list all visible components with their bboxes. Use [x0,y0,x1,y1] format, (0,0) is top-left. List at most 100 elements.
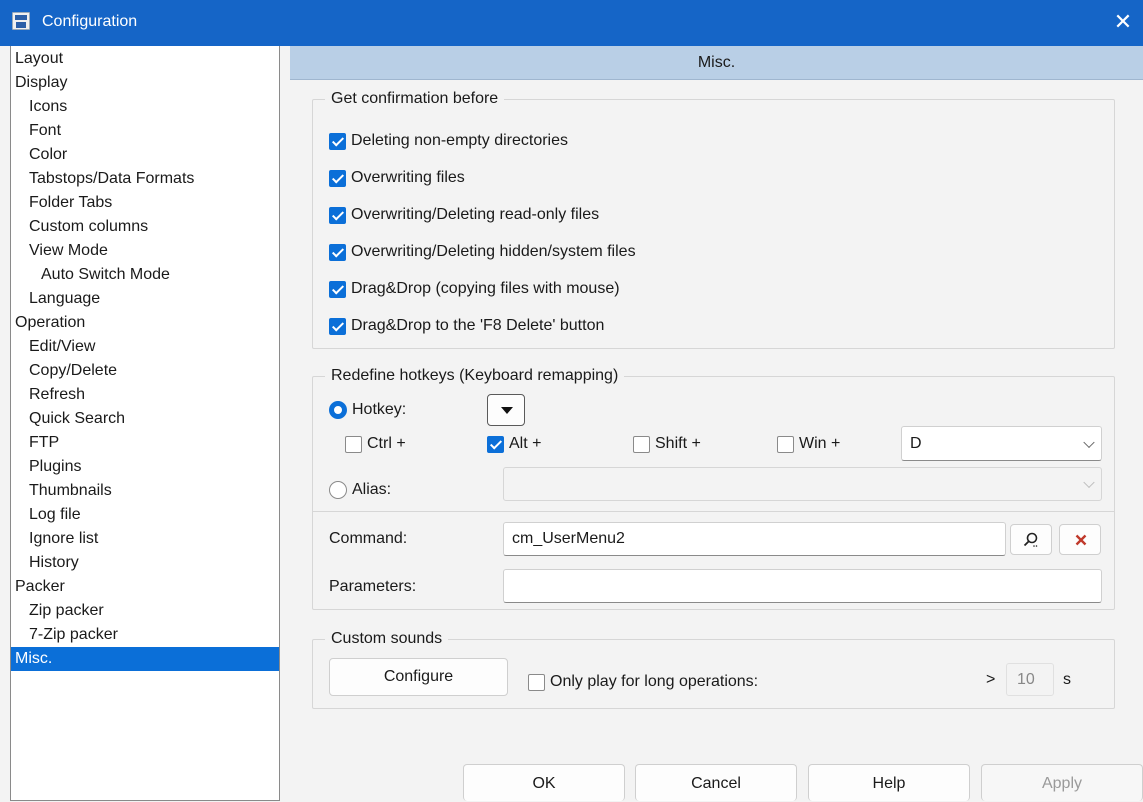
confirmation-label: Overwriting files [351,169,465,186]
hotkey-dropdown-button[interactable] [487,394,525,426]
confirmation-group: Get confirmation before Deleting non-emp… [312,88,1115,349]
seconds-input[interactable]: 10 [1006,663,1054,696]
alt-checkbox[interactable] [487,435,504,453]
alias-label: Alias: [352,481,392,498]
hotkeys-separator [313,511,1114,512]
search-icon [1023,532,1038,547]
sidebar-item[interactable]: Tabstops/Data Formats [11,167,279,191]
ctrl-modifier[interactable]: Ctrl + [345,432,406,456]
sidebar-item[interactable]: Language [11,287,279,311]
seconds-unit-label: s [1063,671,1071,688]
hotkeys-group: Redefine hotkeys (Keyboard remapping) Ho… [312,365,1115,610]
hotkey-radio[interactable] [329,401,347,419]
sidebar-item[interactable]: Zip packer [11,599,279,623]
confirmation-checkbox[interactable] [329,280,346,298]
confirmation-option[interactable]: Overwriting/Deleting hidden/system files [329,240,636,264]
sidebar-item[interactable]: Icons [11,95,279,119]
alias-radio[interactable] [329,481,347,499]
sidebar-item[interactable]: Misc. [11,647,279,671]
confirmation-label: Drag&Drop to the 'F8 Delete' button [351,317,605,334]
alias-select[interactable] [503,467,1102,501]
sidebar-item[interactable]: View Mode [11,239,279,263]
confirmation-label: Overwriting/Deleting hidden/system files [351,243,636,260]
sidebar-item[interactable]: Quick Search [11,407,279,431]
browse-command-button[interactable] [1010,524,1052,555]
win-checkbox[interactable] [777,435,794,453]
clear-command-button[interactable] [1059,524,1101,555]
confirmation-option[interactable]: Drag&Drop (copying files with mouse) [329,277,620,301]
parameters-input[interactable] [503,569,1102,603]
sidebar-item[interactable]: Custom columns [11,215,279,239]
sidebar-item[interactable]: Font [11,119,279,143]
cancel-button[interactable]: Cancel [635,764,797,801]
sidebar-item[interactable]: Ignore list [11,527,279,551]
title-bar: Configuration ✕ [0,0,1143,46]
confirmation-option[interactable]: Overwriting/Deleting read-only files [329,203,599,227]
configure-button[interactable]: Configure [329,658,508,696]
app-icon [12,12,30,30]
sidebar-item[interactable]: Color [11,143,279,167]
sidebar-item[interactable]: Packer [11,575,279,599]
ctrl-checkbox[interactable] [345,435,362,453]
command-input-value: cm_UserMenu2 [512,530,625,547]
close-icon[interactable]: ✕ [1109,8,1137,36]
alt-label: Alt + [509,435,542,452]
sidebar-item[interactable]: Auto Switch Mode [11,263,279,287]
sidebar-item[interactable]: FTP [11,431,279,455]
confirmation-checkbox[interactable] [329,243,346,261]
confirmation-checkbox[interactable] [329,169,346,187]
confirmation-checkbox[interactable] [329,206,346,224]
sidebar-item[interactable]: Layout [11,47,279,71]
help-button[interactable]: Help [808,764,970,801]
sidebar-item[interactable]: Refresh [11,383,279,407]
sidebar-item[interactable]: 7-Zip packer [11,623,279,647]
hotkeys-group-title: Redefine hotkeys (Keyboard remapping) [325,365,625,387]
sidebar-tree[interactable]: Layout Display Icons Font Color Tabstops/Data… [10,46,280,801]
long-operations-checkbox[interactable] [528,673,545,691]
sidebar-item[interactable]: History [11,551,279,575]
alt-modifier[interactable]: Alt + [487,432,541,456]
win-modifier[interactable]: Win + [777,432,840,456]
ok-button[interactable]: OK [463,764,625,801]
confirmation-checkbox[interactable] [329,132,346,150]
seconds-input-value: 10 [1017,671,1035,688]
custom-sounds-group: Custom sounds Configure Only play for lo… [312,628,1115,709]
key-select-value: D [910,435,922,452]
confirmation-label: Drag&Drop (copying files with mouse) [351,280,620,297]
command-label: Command: [329,530,408,547]
sidebar-item[interactable]: Log file [11,503,279,527]
sidebar-item[interactable]: Operation [11,311,279,335]
long-operations-option[interactable]: Only play for long operations: [528,670,758,694]
key-select[interactable]: D [901,426,1102,461]
close-icon [1075,534,1087,546]
sidebar-item[interactable]: Thumbnails [11,479,279,503]
confirmation-checkbox[interactable] [329,317,346,335]
ctrl-label: Ctrl + [367,435,406,452]
caret-down-icon [501,407,513,414]
hotkey-label: Hotkey: [352,401,407,418]
window-title: Configuration [42,13,138,30]
confirmation-group-title: Get confirmation before [325,88,505,110]
hotkey-radio-row[interactable]: Hotkey: [329,398,406,422]
sidebar-item[interactable]: Folder Tabs [11,191,279,215]
long-operations-label: Only play for long operations: [550,673,759,690]
chevron-down-icon [1083,476,1095,489]
win-label: Win + [799,435,841,452]
chevron-down-icon [1083,436,1095,448]
confirmation-option[interactable]: Overwriting files [329,166,465,190]
sidebar-item[interactable]: Edit/View [11,335,279,359]
confirmation-label: Deleting non-empty directories [351,132,568,149]
sidebar-item[interactable]: Plugins [11,455,279,479]
command-input[interactable]: cm_UserMenu2 [503,522,1006,556]
shift-label: Shift + [655,435,701,452]
confirmation-option[interactable]: Deleting non-empty directories [329,129,568,153]
alias-radio-row[interactable]: Alias: [329,478,391,502]
confirmation-label: Overwriting/Deleting read-only files [351,206,600,223]
shift-checkbox[interactable] [633,435,650,453]
apply-button[interactable]: Apply [981,764,1143,801]
greater-than-label: > [986,671,996,688]
sidebar-item[interactable]: Display [11,71,279,95]
shift-modifier[interactable]: Shift + [633,432,701,456]
sidebar-item[interactable]: Copy/Delete [11,359,279,383]
confirmation-option[interactable]: Drag&Drop to the 'F8 Delete' button [329,314,604,338]
